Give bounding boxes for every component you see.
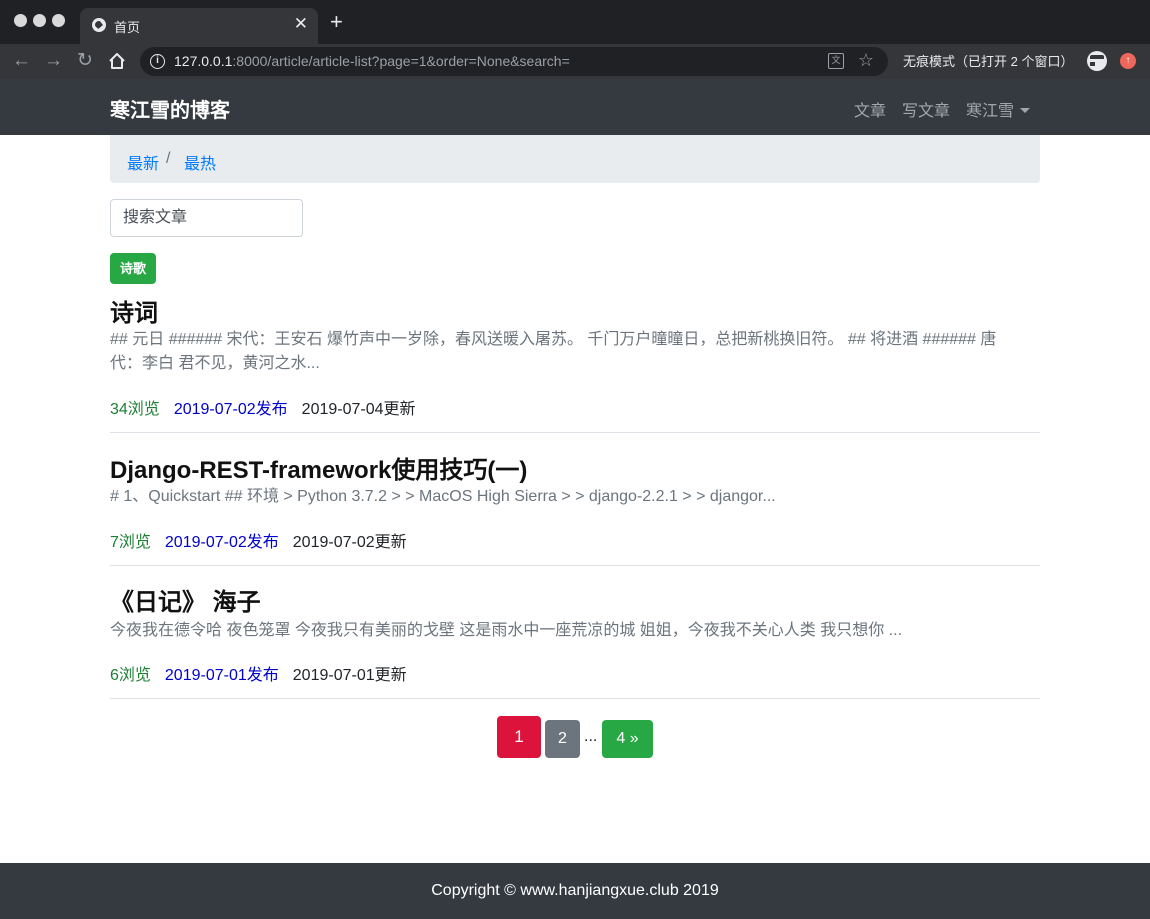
window-zoom-dot[interactable]	[52, 14, 65, 27]
new-tab-button[interactable]: +	[330, 11, 343, 33]
window-close-dot[interactable]	[14, 14, 27, 27]
pagination-ellipsis: ...	[584, 728, 598, 745]
article-title[interactable]: 诗词	[110, 293, 158, 328]
page-button-current[interactable]: 1	[497, 716, 541, 758]
star-icon[interactable]: ☆	[858, 50, 874, 71]
back-arrow-icon[interactable]: ←	[12, 49, 31, 73]
publish-date: 2019-07-02发布	[164, 534, 279, 551]
globe-icon	[92, 18, 106, 32]
browser-tab-bar: 首页 ✕ +	[0, 0, 1150, 44]
publish-date: 2019-07-02发布	[173, 401, 288, 418]
url-path: :8000/article/article-list?page=1&order=…	[232, 53, 570, 69]
breadcrumb-separator: /	[166, 150, 171, 167]
nav-link-write-article[interactable]: 写文章	[902, 97, 950, 121]
breadcrumb: 最新 / 最热	[110, 135, 1040, 183]
translate-icon[interactable]: 文	[828, 53, 844, 69]
page-button[interactable]: 2	[545, 720, 580, 758]
search-input[interactable]	[110, 199, 303, 237]
incognito-label: 无痕模式（已打开 2 个窗口）	[903, 54, 1074, 69]
divider	[110, 565, 1040, 566]
site-brand[interactable]: 寒江雪的博客	[110, 94, 230, 123]
url-host: 127.0.0.1	[174, 53, 233, 69]
url-text[interactable]: 127.0.0.1:8000/article/article-list?page…	[174, 53, 570, 69]
view-count: 34浏览	[110, 401, 160, 418]
divider	[110, 432, 1040, 433]
article-excerpt: # 1、Quickstart ## 环境 > Python 3.7.2 > > …	[110, 488, 776, 505]
tag-badge[interactable]: 诗歌	[110, 253, 156, 284]
footer: Copyright © www.hanjiangxue.club 2019	[0, 863, 1150, 919]
reload-icon[interactable]: ↻	[77, 49, 93, 73]
caret-down-icon	[1020, 108, 1031, 113]
address-bar[interactable]: i 127.0.0.1:8000/article/article-list?pa…	[140, 47, 888, 76]
home-icon[interactable]	[108, 52, 126, 70]
browser-toolbar: ← → ↻ i 127.0.0.1:8000/article/article-l…	[0, 44, 1150, 79]
nav-user-name: 寒江雪	[966, 103, 1015, 120]
article-meta: 6浏览 2019-07-01发布 2019-07-01更新	[110, 661, 407, 685]
update-date: 2019-07-02更新	[292, 534, 407, 551]
divider	[110, 698, 1040, 699]
incognito-icon[interactable]	[1087, 51, 1114, 71]
forward-arrow-icon[interactable]: →	[44, 49, 63, 73]
view-count: 7浏览	[110, 534, 151, 551]
article-meta: 7浏览 2019-07-02发布 2019-07-02更新	[110, 528, 407, 552]
nav-user-dropdown[interactable]: 寒江雪	[966, 97, 1031, 121]
site-navbar: 寒江雪的博客 文章 写文章 寒江雪	[0, 79, 1150, 135]
article-title[interactable]: Django-REST-framework使用技巧(一)	[110, 450, 527, 485]
breadcrumb-latest[interactable]: 最新	[127, 150, 159, 174]
info-icon[interactable]: i	[150, 54, 165, 69]
update-date: 2019-07-04更新	[301, 401, 416, 418]
page-button-last[interactable]: 4 »	[602, 720, 653, 758]
breadcrumb-hottest[interactable]: 最热	[184, 150, 216, 174]
window-minimize-dot[interactable]	[33, 14, 46, 27]
view-count: 6浏览	[110, 667, 151, 684]
update-icon[interactable]: ↑	[1120, 53, 1136, 69]
article-title[interactable]: 《日记》 海子	[110, 582, 261, 617]
publish-date: 2019-07-01发布	[164, 667, 279, 684]
close-icon[interactable]: ✕	[294, 14, 308, 34]
nav-link-articles[interactable]: 文章	[854, 97, 886, 121]
tab-title: 首页	[114, 20, 141, 35]
update-date: 2019-07-01更新	[292, 667, 407, 684]
article-excerpt: 今夜我在德令哈 夜色笼罩 今夜我只有美丽的戈壁 这是雨水中一座荒凉的城 姐姐，今…	[110, 622, 903, 639]
article-excerpt: ## 元日 ###### 宋代：王安石 爆竹声中一岁除，春风送暖入屠苏。 千门万…	[110, 331, 997, 372]
browser-tab[interactable]: 首页 ✕	[80, 8, 318, 44]
article-meta: 34浏览 2019-07-02发布 2019-07-04更新	[110, 395, 416, 419]
